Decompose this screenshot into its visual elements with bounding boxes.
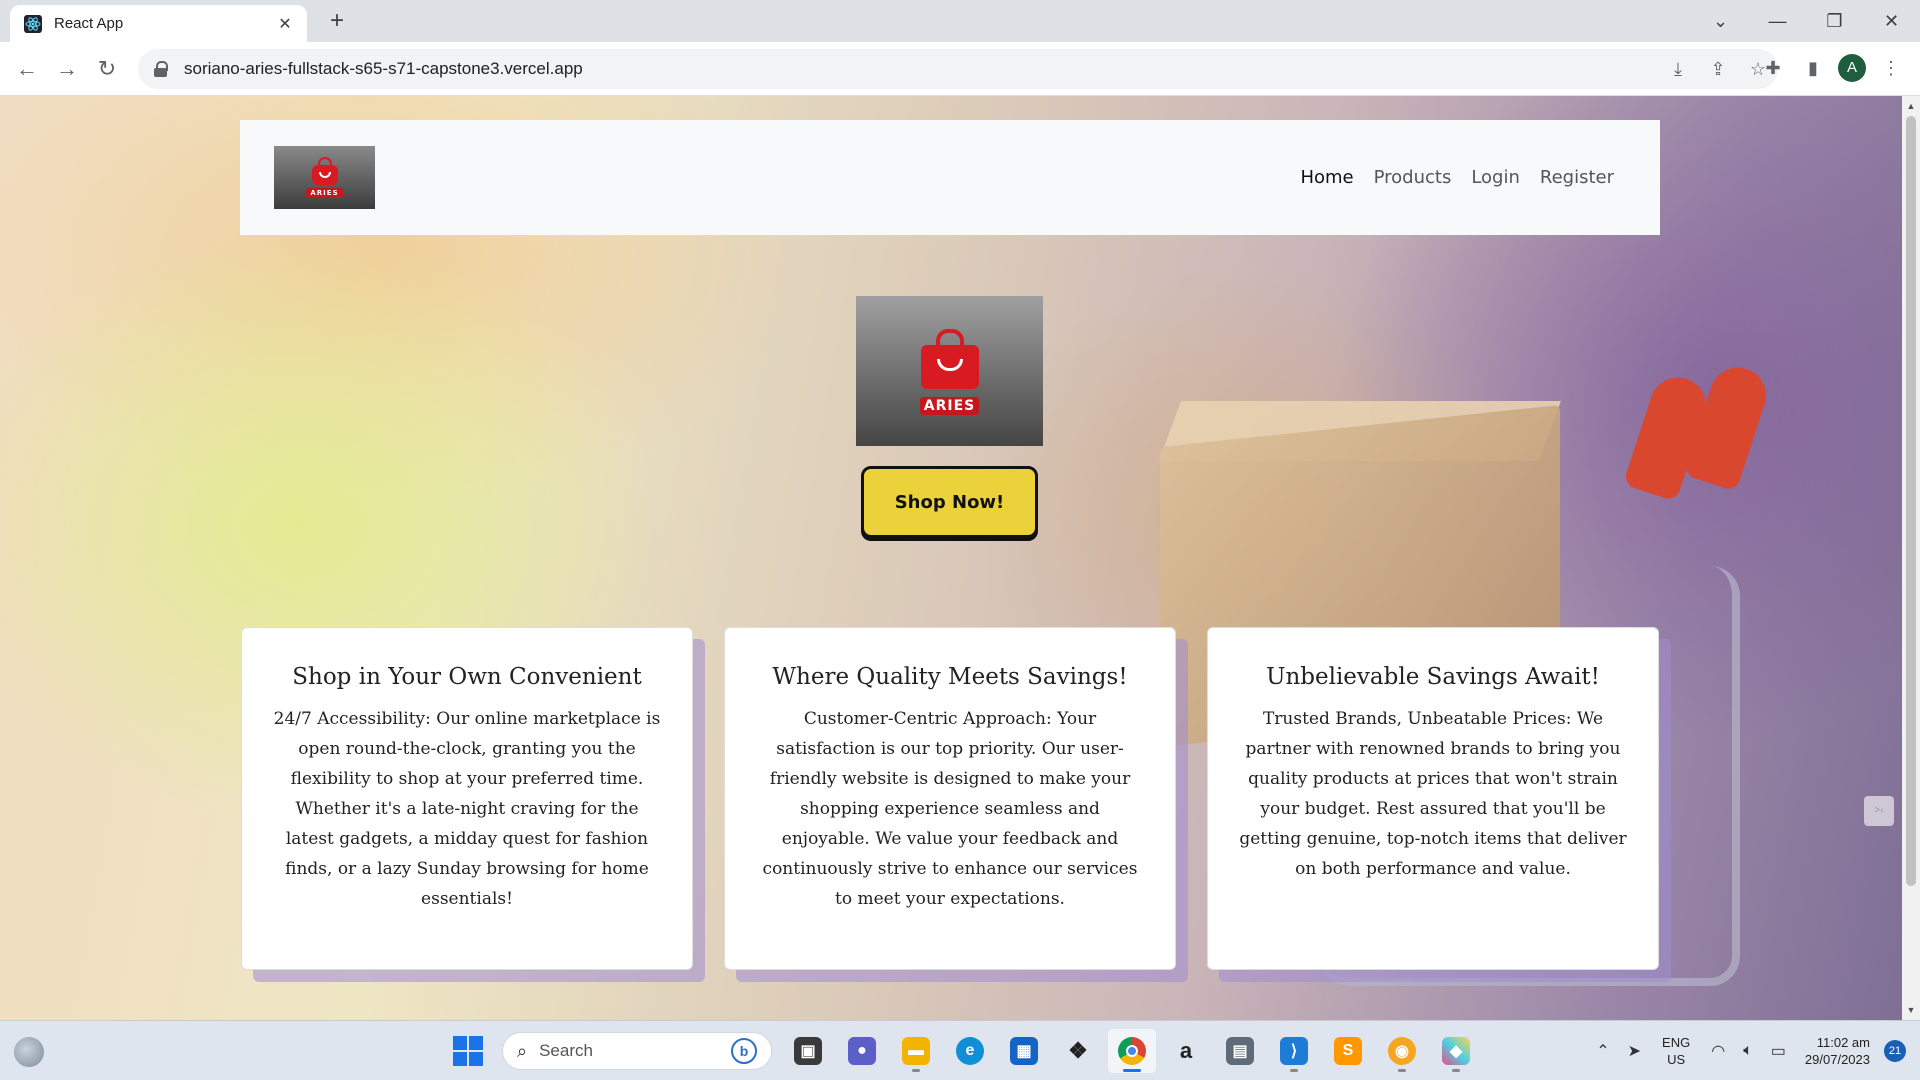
close-tab-icon[interactable]: ✕ (275, 14, 295, 34)
chevron-up-icon[interactable]: ⌃ (1587, 1041, 1618, 1061)
back-icon[interactable]: ← (12, 54, 42, 84)
shop-now-button[interactable]: Shop Now! (861, 466, 1038, 538)
dropbox-icon[interactable]: ❖ (1054, 1029, 1102, 1073)
brand-logo[interactable]: ARIES (274, 146, 375, 209)
nav-products[interactable]: Products (1374, 159, 1452, 196)
scroll-thumb[interactable] (1906, 116, 1916, 886)
page-viewport: ARIES Home Products Login Register ARIES… (0, 96, 1920, 1020)
install-icon[interactable]: ⤓ (1658, 59, 1698, 80)
browser-tab[interactable]: React App ✕ (10, 5, 307, 42)
restore-icon[interactable]: ❐ (1806, 11, 1863, 32)
app-icon-2[interactable]: ◆ (1432, 1029, 1480, 1073)
nav-register[interactable]: Register (1540, 159, 1614, 196)
page-scrollbar[interactable]: ▲ ▼ (1902, 96, 1920, 1020)
logo-text: ARIES (306, 188, 343, 198)
widgets-icon[interactable] (14, 1037, 44, 1067)
minimize-icon[interactable]: — (1749, 11, 1806, 32)
os-taskbar: ⌕ Search b ▣ ● ▬ e ▦ ❖ a ▤ ⟩ S ◉ ◆ ⌃ ➤ E… (0, 1020, 1920, 1080)
region-code: US (1667, 1052, 1686, 1067)
profile-avatar[interactable]: A (1838, 54, 1866, 82)
hero-logo-text: ARIES (919, 397, 980, 415)
reload-icon[interactable]: ↻ (92, 54, 122, 84)
react-icon (24, 14, 42, 33)
notification-badge[interactable]: 21 (1884, 1040, 1906, 1062)
video-call-icon[interactable]: ● (838, 1029, 886, 1073)
card-body: Customer-Centric Approach: Your satisfac… (762, 709, 1138, 909)
shopping-bag-icon (311, 157, 338, 185)
url-text[interactable]: soriano-aries-fullstack-s65-s71-capstone… (184, 59, 583, 79)
forward-icon[interactable]: → (52, 54, 82, 84)
tab-search-icon[interactable]: ⌄ (1692, 11, 1749, 32)
language-indicator[interactable]: ENG US (1650, 1034, 1702, 1068)
lock-icon[interactable] (154, 61, 168, 77)
folder-icon[interactable]: ▬ (892, 1029, 940, 1073)
collapse-panel-icon[interactable]: >‹ (1864, 796, 1894, 826)
chrome-icon[interactable] (1108, 1029, 1156, 1073)
app-icon[interactable]: ◉ (1378, 1029, 1426, 1073)
feature-card: Shop in Your Own Convenient 24/7 Accessi… (241, 627, 693, 970)
feature-card: Where Quality Meets Savings! Customer-Ce… (724, 627, 1176, 970)
feature-card: Unbelievable Savings Await! Trusted Bran… (1207, 627, 1659, 970)
clock-time: 11:02 am (1816, 1035, 1870, 1050)
bing-icon[interactable]: b (731, 1038, 757, 1064)
address-bar[interactable]: soriano-aries-fullstack-s65-s71-capstone… (138, 49, 1778, 89)
calculator-icon[interactable]: ▤ (1216, 1029, 1264, 1073)
browser-toolbar: ← → ↻ soriano-aries-fullstack-s65-s71-ca… (0, 42, 1920, 96)
battery-icon[interactable]: ▭ (1762, 1041, 1795, 1061)
card-title: Where Quality Meets Savings! (772, 664, 1128, 690)
hero-logo: ARIES (856, 296, 1043, 446)
extensions-icon[interactable]: ✚ (1758, 58, 1788, 79)
scroll-down-icon[interactable]: ▼ (1902, 1002, 1920, 1018)
scroll-up-icon[interactable]: ▲ (1902, 98, 1920, 114)
new-tab-icon[interactable]: + (322, 8, 352, 36)
task-view-icon[interactable]: ▣ (784, 1029, 832, 1073)
close-window-icon[interactable]: ✕ (1863, 11, 1920, 32)
share-icon[interactable]: ⇪ (1698, 59, 1738, 80)
vscode-icon[interactable]: ⟩ (1270, 1029, 1318, 1073)
store-icon[interactable]: ▦ (1000, 1029, 1048, 1073)
tab-title: React App (54, 15, 124, 32)
taskbar-search[interactable]: ⌕ Search b (502, 1032, 772, 1070)
location-icon[interactable]: ➤ (1619, 1041, 1650, 1061)
wifi-icon[interactable]: ◠ (1702, 1041, 1734, 1061)
sublime-icon[interactable]: S (1324, 1029, 1372, 1073)
nav-home[interactable]: Home (1300, 159, 1353, 196)
site-navbar: ARIES Home Products Login Register (240, 120, 1660, 235)
nav-login[interactable]: Login (1471, 159, 1520, 196)
card-body: 24/7 Accessibility: Our online marketpla… (273, 709, 661, 909)
search-icon: ⌕ (517, 1040, 528, 1061)
card-title: Unbelievable Savings Await! (1266, 664, 1600, 690)
menu-kebab-icon[interactable]: ⋮ (1876, 58, 1906, 79)
browser-tabstrip: React App ✕ + ⌄ — ❐ ✕ (0, 0, 1920, 42)
amazon-icon[interactable]: a (1162, 1029, 1210, 1073)
clock-date: 29/07/2023 (1804, 1052, 1870, 1067)
start-icon[interactable] (446, 1029, 490, 1073)
taskbar-search-placeholder: Search (539, 1041, 593, 1060)
volume-icon[interactable]: 🔈︎ (1734, 1042, 1762, 1060)
lang-code: ENG (1662, 1035, 1691, 1050)
card-title: Shop in Your Own Convenient (292, 664, 642, 690)
side-panel-icon[interactable]: ▮ (1798, 58, 1828, 79)
shopping-bag-icon (920, 329, 979, 389)
edge-icon[interactable]: e (946, 1029, 994, 1073)
clock[interactable]: 11:02 am 29/07/2023 (1795, 1034, 1880, 1068)
card-body: Trusted Brands, Unbeatable Prices: We pa… (1239, 709, 1627, 879)
